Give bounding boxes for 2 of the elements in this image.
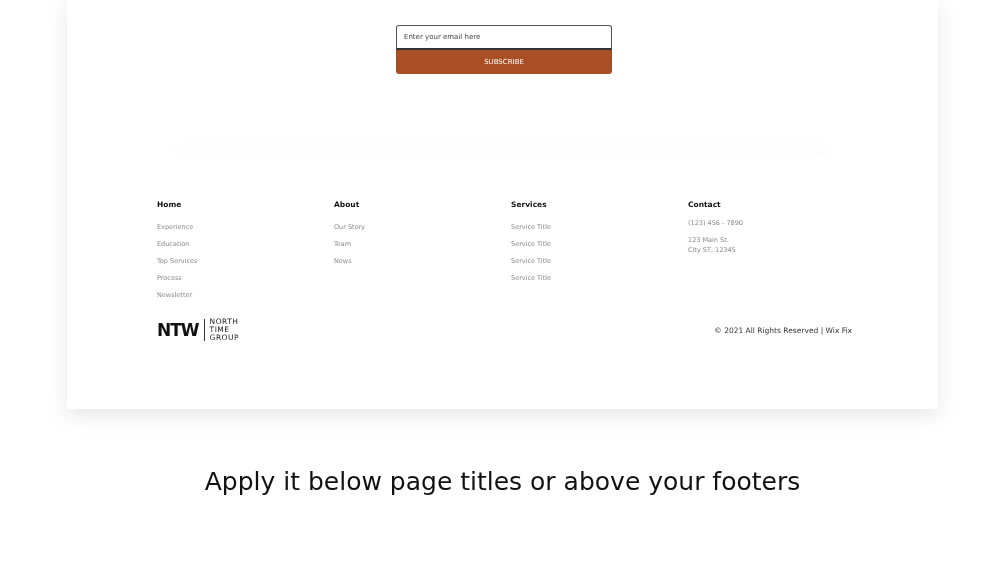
- logo-mark: NTW: [157, 320, 199, 340]
- caption-text: Apply it below page titles or above your footers: [203, 467, 802, 496]
